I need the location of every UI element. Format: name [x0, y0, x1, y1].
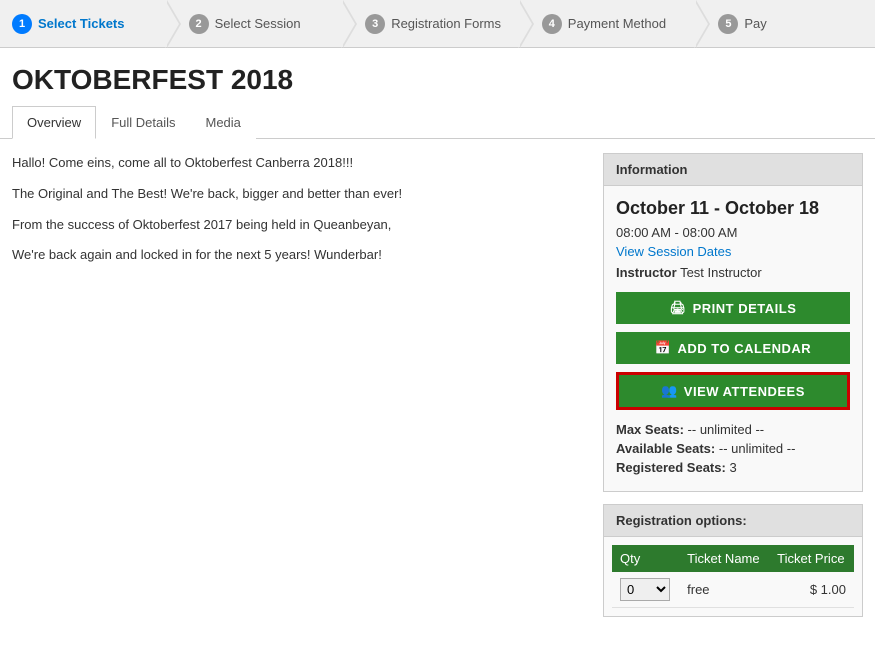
tab-full-details[interactable]: Full Details: [96, 106, 190, 139]
col-name-header: Ticket Name: [679, 545, 769, 572]
description-p1: Hallo! Come eins, come all to Oktoberfes…: [12, 153, 587, 174]
print-details-label: PRINT DETAILS: [693, 301, 797, 316]
wizard-step-3[interactable]: 3 Registration Forms: [345, 0, 522, 47]
tabs-bar: Overview Full Details Media: [0, 106, 875, 139]
info-box: Information October 11 - October 18 08:0…: [603, 153, 863, 492]
print-icon: 🖨: [670, 300, 687, 316]
view-session-dates-link[interactable]: View Session Dates: [616, 244, 850, 259]
tab-media[interactable]: Media: [190, 106, 255, 139]
add-to-calendar-label: ADD TO CALENDAR: [678, 341, 812, 356]
info-box-header: Information: [604, 154, 862, 186]
step-num-4: 4: [542, 14, 562, 34]
event-time: 08:00 AM - 08:00 AM: [616, 225, 850, 240]
instructor-line: Instructor Test Instructor: [616, 265, 850, 280]
step-num-3: 3: [365, 14, 385, 34]
max-seats-label: Max Seats:: [616, 422, 684, 437]
description-p3: From the success of Oktoberfest 2017 bei…: [12, 215, 587, 236]
step-num-1: 1: [12, 14, 32, 34]
print-details-button[interactable]: 🖨 PRINT DETAILS: [616, 292, 850, 324]
ticket-table: Qty Ticket Name Ticket Price 01234567891…: [612, 545, 854, 608]
step-num-2: 2: [189, 14, 209, 34]
registered-seats-val: 3: [729, 460, 736, 475]
ticket-name-cell: free: [679, 572, 769, 608]
page-title: OKTOBERFEST 2018: [0, 48, 875, 106]
tab-overview[interactable]: Overview: [12, 106, 96, 139]
registration-options-header: Registration options:: [604, 505, 862, 537]
view-attendees-button[interactable]: 👥 VIEW ATTENDEES: [616, 372, 850, 410]
qty-select[interactable]: 012345678910: [620, 578, 670, 601]
step-label-2: Select Session: [215, 16, 301, 31]
step-label-1: Select Tickets: [38, 16, 124, 31]
registered-seats-info: Registered Seats: 3: [616, 460, 850, 475]
description-p2: The Original and The Best! We're back, b…: [12, 184, 587, 205]
registration-options-box: Registration options: Qty Ticket Name Ti…: [603, 504, 863, 617]
col-qty-header: Qty: [612, 545, 679, 572]
wizard-step-2[interactable]: 2 Select Session: [169, 0, 346, 47]
available-seats-label: Available Seats:: [616, 441, 715, 456]
step-label-3: Registration Forms: [391, 16, 501, 31]
add-to-calendar-button[interactable]: 📅 ADD TO CALENDAR: [616, 332, 850, 364]
registered-seats-label: Registered Seats:: [616, 460, 726, 475]
ticket-price-cell: $ 1.00: [769, 572, 854, 608]
registration-options-body: Qty Ticket Name Ticket Price 01234567891…: [604, 537, 862, 616]
wizard-step-4[interactable]: 4 Payment Method: [522, 0, 699, 47]
table-row: 012345678910 free$ 1.00: [612, 572, 854, 608]
step-num-5: 5: [718, 14, 738, 34]
event-description: Hallo! Come eins, come all to Oktoberfes…: [12, 153, 587, 617]
col-price-header: Ticket Price: [769, 545, 854, 572]
wizard-step-1[interactable]: 1 Select Tickets: [0, 0, 169, 47]
wizard-bar: 1 Select Tickets 2 Select Session 3 Regi…: [0, 0, 875, 48]
info-box-body: October 11 - October 18 08:00 AM - 08:00…: [604, 186, 862, 491]
instructor-name-value: Test Instructor: [680, 265, 762, 280]
wizard-step-5[interactable]: 5 Pay: [698, 0, 875, 47]
step-label-4: Payment Method: [568, 16, 666, 31]
available-seats-val: -- unlimited --: [719, 441, 796, 456]
max-seats-val: -- unlimited --: [688, 422, 765, 437]
step-label-5: Pay: [744, 16, 766, 31]
max-seats-info: Max Seats: -- unlimited --: [616, 422, 850, 437]
main-content: Hallo! Come eins, come all to Oktoberfes…: [0, 153, 875, 617]
right-panel: Information October 11 - October 18 08:0…: [603, 153, 863, 617]
event-date: October 11 - October 18: [616, 198, 850, 219]
qty-cell: 012345678910: [612, 572, 679, 608]
available-seats-info: Available Seats: -- unlimited --: [616, 441, 850, 456]
view-attendees-label: VIEW ATTENDEES: [684, 384, 805, 399]
attendees-icon: 👥: [661, 383, 678, 399]
calendar-icon: 📅: [655, 340, 672, 356]
instructor-label: Instructor: [616, 265, 677, 280]
description-p4: We're back again and locked in for the n…: [12, 245, 587, 266]
